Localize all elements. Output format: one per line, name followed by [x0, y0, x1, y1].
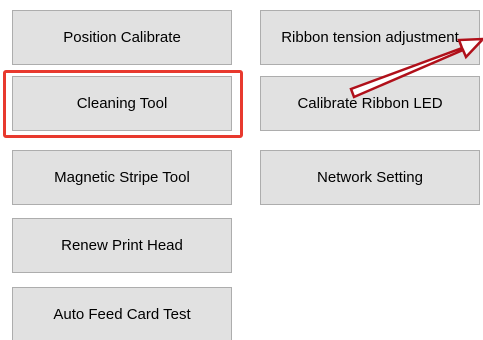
network-setting-button[interactable]: Network Setting [260, 150, 480, 205]
ribbon-tension-adjustment-button[interactable]: Ribbon tension adjustment [260, 10, 480, 65]
highlight-box [3, 70, 243, 138]
tools-panel: Position Calibrate Cleaning Tool Magneti… [0, 0, 483, 340]
position-calibrate-button[interactable]: Position Calibrate [12, 10, 232, 65]
auto-feed-card-test-button[interactable]: Auto Feed Card Test [12, 287, 232, 340]
calibrate-ribbon-led-button[interactable]: Calibrate Ribbon LED [260, 76, 480, 131]
magnetic-stripe-tool-button[interactable]: Magnetic Stripe Tool [12, 150, 232, 205]
renew-print-head-button[interactable]: Renew Print Head [12, 218, 232, 273]
